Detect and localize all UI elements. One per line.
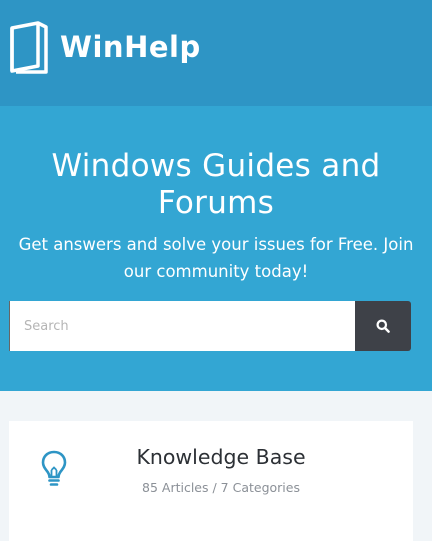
search-icon <box>376 319 390 333</box>
card-meta: 85 Articles / 7 Categories <box>142 480 300 495</box>
logo-text: WinHelp <box>60 29 201 64</box>
search-button[interactable] <box>355 301 411 351</box>
card-title[interactable]: Knowledge Base <box>9 445 413 469</box>
search-bar <box>9 301 411 351</box>
hero-title-line-1: Windows Guides and <box>51 148 381 184</box>
hero-subtitle: Get answers and solve your issues for Fr… <box>18 235 414 281</box>
search-input[interactable] <box>9 301 355 351</box>
hero-title-line-2: Forums <box>157 185 275 221</box>
book-icon <box>10 21 48 74</box>
main-content: Knowledge Base 85 Articles / 7 Categorie… <box>0 391 432 541</box>
site-logo[interactable]: WinHelp <box>8 20 201 74</box>
hero-title: Windows Guides and Forums <box>0 148 432 222</box>
hero-section: Windows Guides and Forums Get answers an… <box>0 106 432 391</box>
site-header: WinHelp <box>0 0 432 106</box>
category-card-knowledge-base[interactable]: Knowledge Base 85 Articles / 7 Categorie… <box>9 421 413 541</box>
